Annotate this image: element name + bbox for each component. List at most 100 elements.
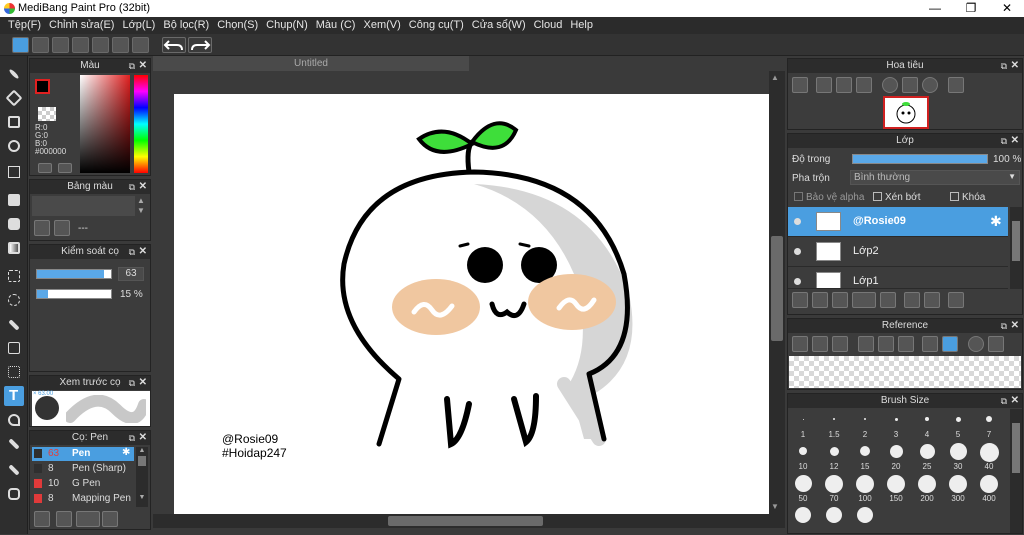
layer-visibility-icon[interactable] <box>794 218 801 225</box>
add-layer-menu-icon[interactable] <box>852 292 876 308</box>
bucket-tool-icon[interactable] <box>4 214 24 234</box>
zoom-out-icon[interactable] <box>898 336 914 352</box>
grid-icon[interactable] <box>132 37 149 53</box>
color-settings-icon[interactable] <box>58 163 72 173</box>
layer-row-lop2[interactable]: Lớp2 <box>788 237 1008 267</box>
brush-size-preset[interactable]: 15 <box>850 441 880 471</box>
foreground-color-swatch[interactable] <box>35 79 50 94</box>
rotate-right-icon[interactable] <box>922 77 938 93</box>
brush-item-mapping-pen[interactable]: 8 Mapping Pen <box>32 492 134 506</box>
menu-window[interactable]: Cửa sổ(W) <box>468 17 530 34</box>
menu-color[interactable]: Màu (C) <box>312 17 360 34</box>
brush-size-preset[interactable]: 10 <box>788 441 818 471</box>
cloud-icon[interactable] <box>12 37 29 53</box>
transparent-color-swatch[interactable] <box>38 107 56 121</box>
delete-layer-icon[interactable] <box>948 292 964 308</box>
hue-slider[interactable] <box>134 75 148 173</box>
save-icon[interactable] <box>32 37 49 53</box>
brush-size-scrollbar[interactable] <box>1010 409 1022 533</box>
page-icon[interactable] <box>92 37 109 53</box>
menu-cloud[interactable]: Cloud <box>530 17 567 34</box>
vertical-scroll-thumb[interactable] <box>771 236 783 341</box>
redo-button[interactable] <box>188 37 212 53</box>
canvas-horizontal-scrollbar[interactable] <box>153 514 785 528</box>
brush-size-preset[interactable]: 50 <box>788 473 818 503</box>
zoom-in-icon[interactable] <box>858 336 874 352</box>
reference-view[interactable] <box>789 356 1021 388</box>
menu-edit[interactable]: Chỉnh sửa(E) <box>45 17 118 34</box>
zoom-tool-icon[interactable] <box>792 77 808 93</box>
rotate-reset-icon[interactable] <box>902 77 918 93</box>
document-tab[interactable]: Untitled <box>153 56 469 71</box>
comment-list-icon[interactable] <box>72 37 89 53</box>
fill-rect-tool-icon[interactable] <box>4 190 24 210</box>
move-tool-icon[interactable] <box>4 162 24 182</box>
lasso-select-icon[interactable] <box>4 290 24 310</box>
scroll-up-icon[interactable]: ▲ <box>771 73 779 82</box>
eyedropper-icon[interactable] <box>4 434 24 454</box>
brush-opacity-slider[interactable] <box>36 289 112 299</box>
lock-checkbox[interactable]: Khóa <box>950 192 985 203</box>
eyedropper-icon[interactable] <box>922 336 938 352</box>
close-button[interactable]: ✕ <box>992 0 1022 17</box>
brush-size-preset[interactable]: 70 <box>819 473 849 503</box>
minimize-button[interactable]: — <box>920 0 950 17</box>
popout-icon[interactable]: ⧉ <box>1001 319 1007 333</box>
clipping-checkbox[interactable]: Xén bớt <box>873 192 920 203</box>
close-reference-icon[interactable] <box>832 336 848 352</box>
popout-icon[interactable]: ⧉ <box>1001 394 1007 408</box>
brush-size-preset[interactable]: 12 <box>819 441 849 471</box>
brush-size-preset[interactable]: 300 <box>943 473 973 503</box>
menu-layer[interactable]: Lớp(L) <box>118 17 159 34</box>
add-brush-icon[interactable] <box>34 511 50 527</box>
brush-settings-icon[interactable] <box>102 511 118 527</box>
brush-size-preset[interactable] <box>850 505 880 535</box>
add-palette-icon[interactable] <box>34 220 50 236</box>
menu-snap[interactable]: Chụp(N) <box>262 17 312 34</box>
magic-wand-icon[interactable] <box>4 314 24 334</box>
rect-select-icon[interactable] <box>4 266 24 286</box>
brush-size-preset[interactable]: 30 <box>943 441 973 471</box>
brush-size-preset[interactable]: 40 <box>974 441 1004 471</box>
brush-item-pen[interactable]: 63 Pen ✱ <box>32 447 134 461</box>
delete-palette-icon[interactable] <box>54 220 70 236</box>
scroll-down-icon[interactable]: ▼ <box>771 502 779 511</box>
brush-size-preset[interactable]: 200 <box>912 473 942 503</box>
close-icon[interactable]: ✕ <box>1011 319 1019 333</box>
gear-icon[interactable]: ✱ <box>990 213 1002 230</box>
horizontal-scroll-thumb[interactable] <box>388 516 543 526</box>
brush-size-slider[interactable] <box>36 269 112 279</box>
close-icon[interactable]: ✕ <box>139 376 147 390</box>
operation-tool-icon[interactable] <box>4 410 24 430</box>
comment-icon[interactable] <box>52 37 69 53</box>
zoom-in-icon[interactable] <box>816 77 832 93</box>
brush-size-preset[interactable]: 1 <box>788 409 818 439</box>
folder-icon[interactable] <box>880 292 896 308</box>
popout-icon[interactable]: ⧉ <box>129 59 135 73</box>
navigator-thumbnail[interactable] <box>883 96 929 129</box>
color-mode-icon[interactable] <box>38 163 52 173</box>
layer-list-scrollbar[interactable] <box>1010 207 1022 289</box>
canvas-vertical-scrollbar[interactable]: ▲ ▼ <box>769 71 785 514</box>
duplicate-layer-icon[interactable] <box>904 292 920 308</box>
brush-size-preset[interactable]: 7 <box>974 409 1004 439</box>
palette-scroll[interactable]: ▲ ▼ <box>137 196 149 216</box>
brush-size-preset[interactable]: 100 <box>850 473 880 503</box>
close-icon[interactable]: ✕ <box>139 431 147 445</box>
hand-icon[interactable] <box>942 336 958 352</box>
brush-size-value[interactable]: 63 <box>118 267 144 281</box>
rectangle-tool-icon[interactable] <box>4 112 24 132</box>
fullscreen-icon[interactable] <box>988 336 1004 352</box>
brush-size-preset[interactable] <box>788 505 818 535</box>
close-icon[interactable]: ✕ <box>139 245 147 259</box>
gear-icon[interactable]: ✱ <box>122 447 130 458</box>
menu-filter[interactable]: Bộ lọc(R) <box>159 17 213 34</box>
drawing-canvas[interactable]: @Rosie09 #Hoidap247 <box>174 94 769 514</box>
cloud-open-icon[interactable] <box>792 336 808 352</box>
brush-list-scrollbar[interactable]: ▲ ▼ <box>136 447 148 507</box>
brush-size-preset[interactable]: 1.5 <box>819 409 849 439</box>
popout-icon[interactable]: ⧉ <box>129 376 135 390</box>
palette-swatches[interactable] <box>32 196 135 216</box>
brush-size-preset[interactable]: 400 <box>974 473 1004 503</box>
eraser-tool-icon[interactable] <box>4 88 24 108</box>
